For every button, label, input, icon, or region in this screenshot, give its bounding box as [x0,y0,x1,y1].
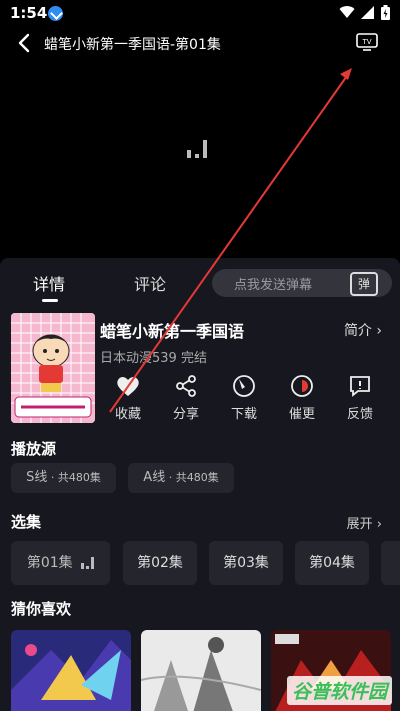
episode-item-4[interactable]: 第04集 [295,541,369,585]
danmu-input[interactable]: 点我发送弹幕 弹 [212,269,392,297]
tv-cast-icon[interactable]: TV [356,33,378,51]
episode-item-3[interactable]: 第03集 [209,541,283,585]
loading-icon [187,138,207,158]
video-player[interactable] [0,62,400,258]
share-button[interactable]: 分享 [161,373,211,422]
urge-update-button[interactable]: 催更 [277,373,327,422]
svg-text:TV: TV [361,38,371,46]
signal-icon [361,6,374,19]
episode-section-title: 选集 [11,513,42,531]
urge-icon [291,375,313,397]
recommend-card-2[interactable] [141,630,261,711]
system-icons [339,5,390,20]
episode-item-5[interactable] [381,541,400,585]
source-section-title: 播放源 [11,440,57,458]
episode-expand-link[interactable]: 展开 › [347,513,382,532]
status-bar: 1:54 [0,0,400,26]
tab-bar: 详情 评论 点我发送弹幕 弹 [0,258,400,306]
back-arrow-icon[interactable] [14,32,36,54]
anime-subtitle: 日本动漫539 完结 [100,351,207,366]
recommend-section-title: 猜你喜欢 [11,600,72,618]
download-icon [233,375,255,397]
episode-item-1[interactable]: 第01集 [11,541,110,585]
feedback-button[interactable]: 反馈 [335,373,385,422]
playing-icon [81,557,95,569]
source-chip-s[interactable]: S线 · 共480集 [11,463,116,493]
download-button[interactable]: 下载 [219,373,269,422]
danmu-placeholder: 点我发送弹幕 [234,278,313,293]
video-top-bar: 蜡笔小新第一季国语-第01集 TV [0,26,400,62]
detail-panel: 详情 评论 点我发送弹幕 弹 蜡笔小新第一季国语 日本动漫539 完结 简介 › [0,258,400,711]
video-title: 蜡笔小新第一季国语-第01集 [44,37,221,53]
action-row: 收藏 分享 下载 催更 反馈 [100,373,400,423]
favorite-button[interactable]: 收藏 [103,373,153,422]
anime-poster[interactable] [11,313,95,423]
download-notification-icon [48,6,63,21]
anime-title: 蜡笔小新第一季国语 [100,322,245,341]
battery-icon [381,5,390,20]
tab-indicator [42,299,58,302]
watermark-logo: 谷普软件园 [286,676,392,705]
heart-icon [117,377,139,396]
source-chip-a[interactable]: A线 · 共480集 [128,463,234,493]
wifi-icon [339,6,355,19]
tab-details[interactable]: 详情 [33,271,65,295]
recommend-card-1[interactable] [11,630,131,711]
share-icon [176,375,196,397]
status-time: 1:54 [10,4,48,22]
feedback-icon [350,376,370,397]
episode-item-2[interactable]: 第02集 [123,541,197,585]
intro-link[interactable]: 简介 › [344,320,382,340]
danmu-toggle-button[interactable]: 弹 [350,272,378,296]
tab-comments[interactable]: 评论 [134,271,166,295]
